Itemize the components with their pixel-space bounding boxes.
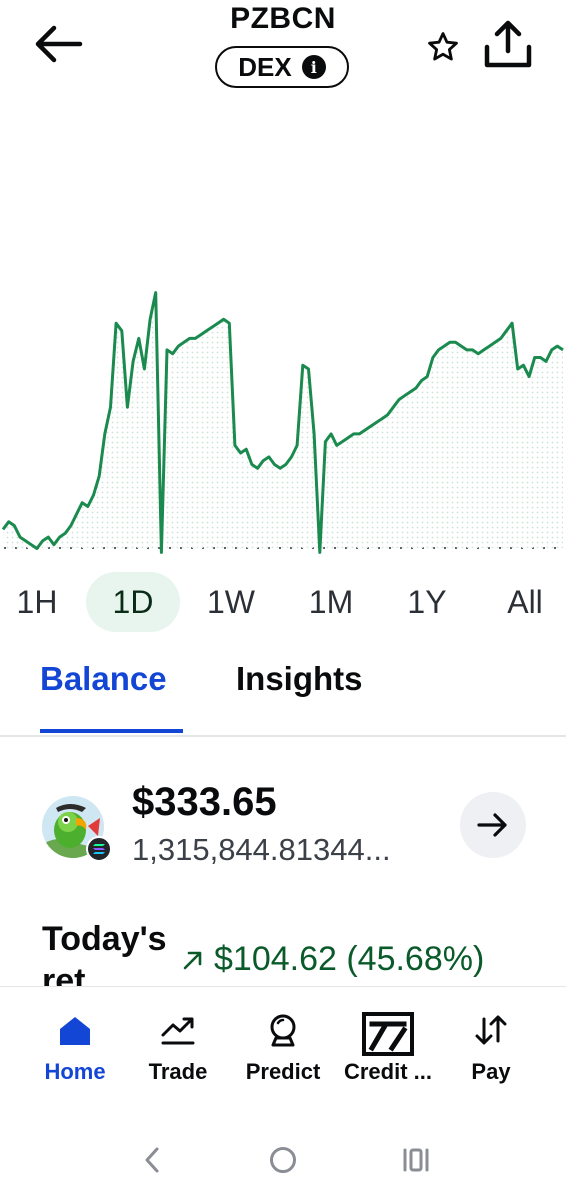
system-recents-button[interactable] (396, 1140, 436, 1180)
chart-area (3, 292, 563, 553)
nav-credit[interactable]: Credit ... (336, 987, 440, 1111)
trade-chart-icon (161, 1017, 195, 1045)
range-1y[interactable]: 1Y (392, 572, 462, 632)
nav-trade-label: Trade (148, 1059, 208, 1084)
range-1d[interactable]: 1D (86, 572, 180, 632)
share-icon (484, 20, 532, 68)
dex-badge-label: DEX (238, 51, 292, 82)
nav-pay[interactable]: Pay (456, 987, 526, 1111)
tab-divider (0, 735, 566, 737)
range-1h[interactable]: 1H (4, 572, 70, 632)
chart-area-fill (3, 292, 563, 553)
tab-active-indicator (40, 729, 183, 733)
bottom-navigation: Home Trade Predict Credit ... Pay (0, 986, 566, 1111)
range-all[interactable]: All (490, 572, 560, 632)
dex-badge[interactable]: DEX i (215, 46, 349, 88)
system-back-button[interactable] (132, 1140, 172, 1180)
nav-credit-label: Credit ... (343, 1059, 432, 1084)
nav-home-label: Home (44, 1059, 106, 1084)
nav-home[interactable]: Home (30, 987, 120, 1111)
crystal-ball-icon (270, 1014, 296, 1047)
balance-value: $333.65 (132, 780, 277, 824)
favorite-button[interactable] (420, 24, 466, 70)
nav-pay-label: Pay (471, 1059, 511, 1084)
system-home-button[interactable] (263, 1140, 303, 1180)
today-return-value: $104.62 (45.68%) (180, 940, 484, 979)
time-range-selector: 1H 1D 1W 1M 1Y All (0, 572, 566, 632)
share-button[interactable] (478, 14, 538, 74)
chevron-left-icon (145, 1147, 159, 1173)
price-chart[interactable] (0, 160, 566, 570)
balance-details-button[interactable] (460, 792, 526, 858)
circle-home-icon (270, 1147, 296, 1173)
recent-apps-icon (403, 1148, 429, 1172)
solana-chain-icon (86, 836, 112, 862)
nav-predict[interactable]: Predict (236, 987, 330, 1111)
home-icon (60, 1017, 90, 1045)
balance-token-amount: 1,315,844.81344... (132, 832, 391, 867)
info-icon: i (301, 55, 326, 79)
range-1w[interactable]: 1W (196, 572, 266, 632)
tab-insights[interactable]: Insights (236, 660, 363, 716)
range-1m[interactable]: 1M (296, 572, 366, 632)
transfer-arrows-icon (475, 1015, 507, 1045)
nav-predict-label: Predict (245, 1059, 321, 1084)
tab-balance[interactable]: Balance (40, 660, 167, 716)
star-icon (428, 32, 458, 61)
arrow-right-icon (477, 813, 507, 837)
credit-card-icon (362, 1012, 414, 1056)
nav-trade[interactable]: Trade (136, 987, 220, 1111)
arrow-up-right-icon (183, 951, 202, 969)
today-return-amount: $104.62 (45.68%) (214, 940, 485, 978)
